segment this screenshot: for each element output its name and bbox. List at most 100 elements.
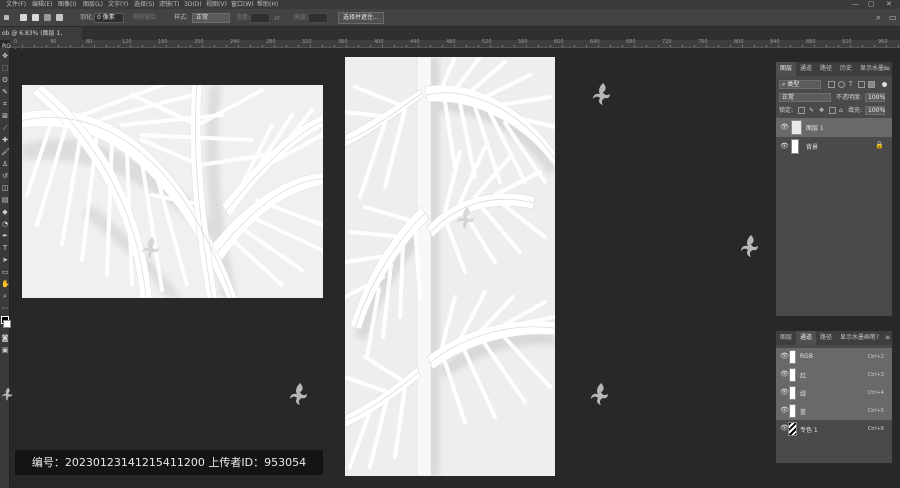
- new-selection-icon[interactable]: [20, 14, 27, 21]
- select-and-mask-button[interactable]: 选择并遮住...: [338, 12, 384, 24]
- workspace-icon[interactable]: ▭: [889, 9, 897, 27]
- fill-input[interactable]: 100%: [865, 106, 885, 115]
- subtract-selection-icon[interactable]: [44, 14, 51, 21]
- eraser-tool-icon[interactable]: ◫: [1, 184, 9, 192]
- layer-name[interactable]: 图层 1: [806, 123, 824, 132]
- zoom-tool-icon[interactable]: ⌕: [1, 292, 9, 300]
- layer-row[interactable]: 👁 背景 🔒: [776, 137, 892, 156]
- tab-channels[interactable]: 通道: [796, 331, 817, 345]
- background-color-swatch[interactable]: [3, 320, 11, 328]
- style-select[interactable]: 正常: [192, 13, 230, 23]
- dodge-tool-icon[interactable]: ◔: [1, 220, 9, 228]
- channel-row[interactable]: 👁 专色 1 Ctrl+6: [776, 420, 892, 438]
- canvas-image-landscape[interactable]: [22, 85, 323, 298]
- width-input[interactable]: [250, 13, 270, 23]
- frame-tool-icon[interactable]: ⊠: [1, 112, 9, 120]
- gradient-tool-icon[interactable]: ▤: [1, 196, 9, 204]
- filter-type-icon[interactable]: T: [849, 80, 853, 89]
- healing-brush-icon[interactable]: ✚: [1, 136, 9, 144]
- filter-smart-icon[interactable]: [868, 81, 875, 88]
- menu-image[interactable]: 图像(I): [58, 0, 76, 9]
- layer-row[interactable]: 👁 图层 1: [776, 118, 892, 137]
- tab-paths[interactable]: 路径: [816, 62, 836, 76]
- path-select-icon[interactable]: ➤: [1, 256, 9, 264]
- quick-select-icon[interactable]: ✎: [1, 88, 9, 96]
- eyedropper-icon[interactable]: ⟋: [1, 124, 9, 132]
- visibility-eye-icon[interactable]: 👁: [780, 142, 789, 150]
- channel-row[interactable]: 👁 绿 Ctrl+4: [776, 384, 892, 402]
- screen-mode-icon[interactable]: ▣: [1, 346, 9, 354]
- filter-toggle-icon[interactable]: [882, 82, 887, 87]
- menu-layer[interactable]: 图层(L): [83, 0, 103, 9]
- minimize-button[interactable]: —: [852, 0, 859, 9]
- menu-edit[interactable]: 编辑(E): [32, 0, 52, 9]
- menu-filter[interactable]: 滤镜(T): [159, 0, 179, 9]
- visibility-eye-icon[interactable]: 👁: [780, 370, 789, 378]
- tab-ink-brush[interactable]: 显示水墨画笔?: [856, 62, 886, 76]
- brush-tool-icon[interactable]: 🖌: [1, 148, 10, 156]
- filter-pixel-icon[interactable]: [828, 81, 835, 88]
- watermark-logo-icon: [741, 235, 758, 257]
- menu-window[interactable]: 窗口(W): [231, 0, 254, 9]
- tab-paths[interactable]: 路径: [816, 331, 836, 345]
- filter-kind-select[interactable]: ⌕ 类型: [779, 80, 821, 89]
- shape-tool-icon[interactable]: ▭: [1, 268, 9, 276]
- blend-mode-select[interactable]: 正常: [779, 93, 831, 102]
- visibility-eye-icon[interactable]: 👁: [780, 388, 789, 396]
- height-input[interactable]: [308, 13, 328, 23]
- tab-layers[interactable]: 图层: [776, 62, 797, 76]
- feather-input[interactable]: 0 像素: [94, 13, 124, 23]
- more-tools-icon[interactable]: ⋯: [1, 304, 9, 312]
- lock-transparent-icon[interactable]: [798, 107, 805, 114]
- pen-tool-icon[interactable]: ✒: [1, 232, 9, 240]
- move-tool-icon[interactable]: ✥: [1, 52, 9, 60]
- swap-icon[interactable]: ⇄: [274, 9, 280, 27]
- document-tab[interactable]: ob @ 6.83% (图层 1, RGB/8)×: [0, 27, 82, 50]
- tab-ink-brush[interactable]: 显示水墨画笔?: [836, 331, 886, 345]
- menu-3d[interactable]: 3D(D): [184, 0, 202, 9]
- stamp-tool-icon[interactable]: ♙: [1, 160, 9, 168]
- visibility-eye-icon[interactable]: 👁: [780, 406, 789, 414]
- lasso-tool-icon[interactable]: ʘ: [1, 76, 9, 84]
- channel-row[interactable]: 👁 RGB Ctrl+2: [776, 348, 892, 366]
- menu-view[interactable]: 视图(V): [206, 0, 227, 9]
- hand-tool-icon[interactable]: ✋: [1, 280, 10, 288]
- tab-history[interactable]: 历史: [836, 62, 856, 76]
- crop-tool-icon[interactable]: ⌗: [1, 100, 9, 108]
- lock-all-icon[interactable]: ⌂: [839, 106, 843, 115]
- quick-mask-icon[interactable]: ◙: [1, 334, 9, 342]
- panel-menu-icon[interactable]: ≡: [885, 65, 890, 72]
- tab-layers[interactable]: 图层: [776, 331, 796, 345]
- menu-file[interactable]: 文件(F): [6, 0, 26, 9]
- maximize-button[interactable]: ▢: [868, 0, 875, 9]
- layer-name[interactable]: 背景: [806, 142, 818, 151]
- marquee-tool-icon[interactable]: ⬚: [1, 64, 9, 72]
- marquee-tool-icon[interactable]: [4, 15, 9, 20]
- channel-row[interactable]: 👁 红 Ctrl+3: [776, 366, 892, 384]
- blur-tool-icon[interactable]: ◆: [1, 208, 9, 216]
- visibility-eye-icon[interactable]: 👁: [780, 352, 789, 360]
- lock-position-icon[interactable]: ✥: [819, 106, 824, 115]
- panel-menu-icon[interactable]: ≡: [885, 334, 890, 341]
- menu-type[interactable]: 文字(Y): [108, 0, 128, 9]
- antialias-checkbox[interactable]: 消除锯齿: [132, 9, 156, 27]
- channel-row[interactable]: 👁 蓝 Ctrl+5: [776, 402, 892, 420]
- menu-select[interactable]: 选择(S): [134, 0, 155, 9]
- canvas-image-portrait[interactable]: [345, 57, 555, 476]
- intersect-selection-icon[interactable]: [56, 14, 63, 21]
- history-brush-icon[interactable]: ↺: [1, 172, 9, 180]
- lock-label: 锁定:: [779, 107, 794, 114]
- visibility-eye-icon[interactable]: 👁: [780, 123, 789, 131]
- tab-channels[interactable]: 通道: [796, 62, 816, 76]
- type-tool-icon[interactable]: T: [1, 244, 9, 252]
- lock-pixels-icon[interactable]: ✎: [809, 106, 814, 115]
- layer-thumbnail: [791, 139, 799, 154]
- lock-artboard-icon[interactable]: [829, 107, 836, 114]
- filter-adjust-icon[interactable]: [838, 81, 845, 88]
- search-icon[interactable]: ⌕: [876, 9, 881, 27]
- filter-shape-icon[interactable]: [858, 81, 865, 88]
- opacity-input[interactable]: 100%: [865, 93, 885, 102]
- add-selection-icon[interactable]: [32, 14, 39, 21]
- menu-help[interactable]: 帮助(H): [257, 0, 278, 9]
- close-window-button[interactable]: ✕: [886, 0, 892, 9]
